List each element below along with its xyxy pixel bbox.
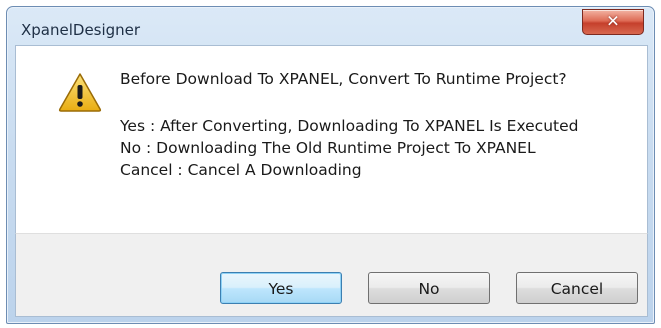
no-button[interactable]: No bbox=[368, 272, 490, 304]
cancel-button[interactable]: Cancel bbox=[516, 272, 638, 304]
yes-button[interactable]: Yes bbox=[220, 272, 342, 304]
close-button[interactable]: ✕ bbox=[582, 9, 644, 35]
message-main-text: Before Download To XPANEL, Convert To Ru… bbox=[120, 70, 567, 88]
button-bar: Yes No Cancel bbox=[15, 233, 648, 317]
detail-yes-line: Yes : After Converting, Downloading To X… bbox=[120, 117, 579, 135]
detail-no-line: No : Downloading The Old Runtime Project… bbox=[120, 139, 536, 157]
window-title: XpanelDesigner bbox=[21, 21, 141, 39]
detail-cancel-line: Cancel : Cancel A Downloading bbox=[120, 161, 362, 179]
close-icon: ✕ bbox=[606, 11, 620, 31]
warning-icon bbox=[58, 73, 102, 112]
message-details: Yes : After Converting, Downloading To X… bbox=[120, 115, 578, 181]
dialog-window: XpanelDesigner ✕ Before Download To XPAN… bbox=[6, 6, 655, 324]
